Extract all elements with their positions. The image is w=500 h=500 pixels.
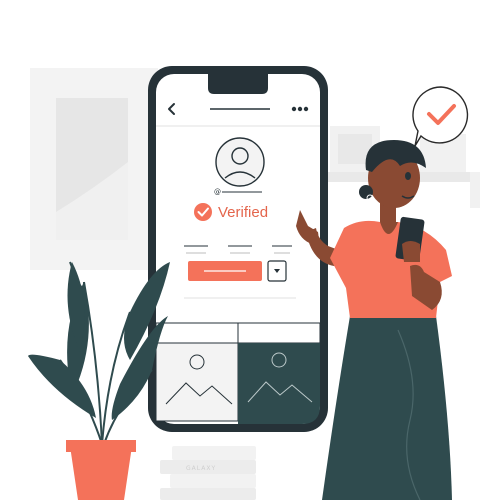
follow-button[interactable]: [188, 261, 262, 281]
photo-grid: [155, 322, 321, 424]
image-placeholder-icon[interactable]: [238, 343, 320, 424]
image-placeholder-icon[interactable]: [155, 342, 239, 422]
more-dots-icon[interactable]: [291, 106, 309, 112]
user-avatar-icon[interactable]: [215, 137, 265, 187]
wall-picture-frame: [30, 68, 158, 270]
verified-status-label: Verified: [218, 204, 268, 221]
verified-illustration: @ Verified GALAXY: [28, 66, 480, 500]
dropdown-button[interactable]: [267, 260, 287, 282]
book-stack: GALAXY: [160, 446, 256, 500]
handle-prefix: @: [214, 188, 221, 196]
smartphone: @ Verified: [148, 66, 328, 432]
book-spine-label: GALAXY: [186, 465, 216, 472]
checkmark-badge-icon: [194, 203, 212, 221]
